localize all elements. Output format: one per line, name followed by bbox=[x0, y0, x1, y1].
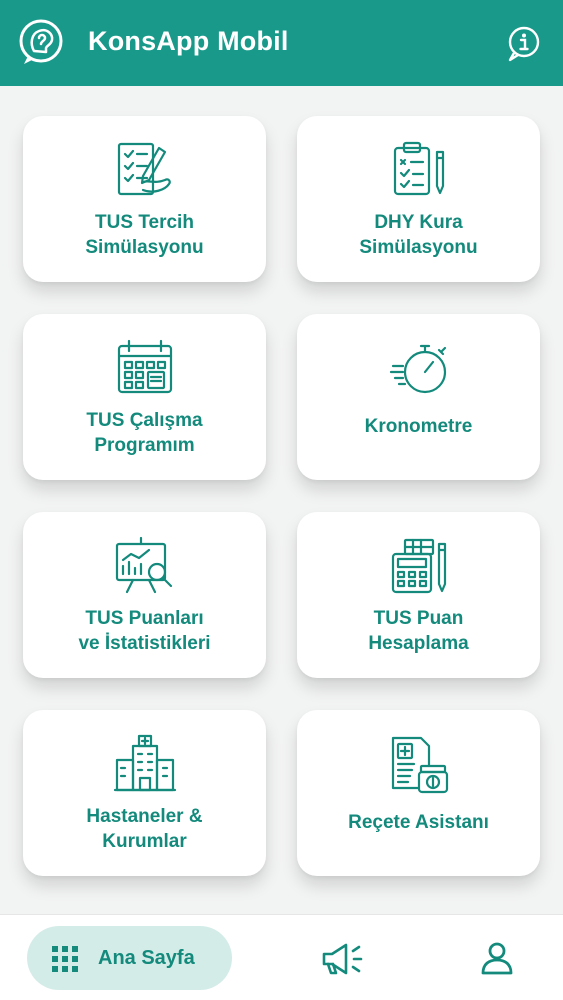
nav-home-label: Ana Sayfa bbox=[98, 947, 195, 969]
menu-card-tus-puanlari[interactable]: TUS Puanları ve İstatistikleri bbox=[23, 512, 266, 678]
consultant-head-chat-icon bbox=[19, 19, 63, 64]
hospital-icon bbox=[113, 734, 176, 792]
clipboard-pencil-icon bbox=[393, 141, 444, 196]
calculator-pencil-icon bbox=[391, 538, 446, 594]
menu-card-dhy-kura[interactable]: DHY Kura Simülasyonu bbox=[297, 116, 540, 282]
menu-card-tus-tercih[interactable]: TUS Tercih Simülasyonu bbox=[23, 116, 266, 282]
menu-card-label: Kronometre bbox=[364, 416, 473, 437]
menu-card-label: TUS Çalışma Programım bbox=[86, 410, 203, 456]
menu-card-puan-hesaplama[interactable]: TUS Puan Hesaplama bbox=[297, 512, 540, 678]
menu-card-label: Reçete Asistanı bbox=[348, 812, 489, 833]
chart-board-magnifier-icon bbox=[115, 536, 172, 594]
app-bar: KonsApp Mobil bbox=[0, 0, 563, 86]
app-title: KonsApp Mobil bbox=[88, 26, 289, 56]
menu-card-kronometre[interactable]: Kronometre bbox=[297, 314, 540, 480]
user-icon[interactable] bbox=[480, 941, 514, 975]
menu-card-label: Hastaneler & Kurumlar bbox=[86, 806, 203, 852]
menu-card-hastaneler[interactable]: Hastaneler & Kurumlar bbox=[23, 710, 266, 876]
menu-card-calisma-programi[interactable]: TUS Çalışma Programım bbox=[23, 314, 266, 480]
menu-card-label: TUS Puan Hesaplama bbox=[368, 608, 469, 654]
menu-card-label: DHY Kura Simülasyonu bbox=[359, 212, 478, 258]
stopwatch-icon bbox=[389, 344, 446, 394]
menu-grid: TUS Tercih Simülasyonu DHY Kura Simülasy… bbox=[0, 86, 563, 914]
info-icon[interactable] bbox=[506, 26, 542, 62]
bottom-nav: Ana Sayfa bbox=[0, 914, 563, 1000]
checklist-pen-icon bbox=[117, 142, 171, 196]
nav-home-button[interactable]: Ana Sayfa bbox=[27, 926, 232, 990]
prescription-pill-bottle-icon bbox=[391, 736, 448, 794]
menu-card-recete-asistani[interactable]: Reçete Asistanı bbox=[297, 710, 540, 876]
grid-icon bbox=[52, 946, 78, 972]
calendar-icon bbox=[117, 339, 172, 394]
megaphone-icon[interactable] bbox=[320, 942, 364, 976]
menu-card-label: TUS Puanları ve İstatistikleri bbox=[78, 608, 211, 654]
menu-card-label: TUS Tercih Simülasyonu bbox=[85, 212, 204, 258]
